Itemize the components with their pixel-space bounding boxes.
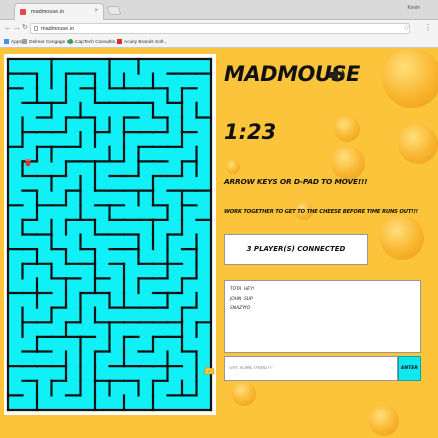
bookmark-star-icon[interactable]: ☆	[403, 23, 410, 32]
cheese-hole	[232, 382, 256, 406]
tab-title: madmouse.io	[31, 9, 65, 15]
chat-message: JOHN SUP	[230, 295, 415, 305]
cheese-hole	[369, 406, 399, 436]
chat-text: SUP	[244, 296, 253, 302]
browser-menu-icon[interactable]: ⋮	[424, 23, 432, 32]
browser-toolbar: ← → ↻ madmouse.io ☆ ⋮	[0, 20, 438, 36]
chat-text: HEY!	[244, 287, 255, 292]
chat-message: TOTA HEY!	[230, 285, 415, 295]
cheese-hole	[331, 146, 365, 180]
chat-username: JOHN	[230, 296, 242, 302]
maze-board[interactable]	[4, 54, 216, 415]
chat-message: SNAZYYO	[230, 304, 415, 314]
bookmark-favicon-icon	[117, 39, 122, 44]
bookmark-apps[interactable]: Apps	[4, 39, 22, 45]
tab-close-icon[interactable]: ×	[94, 8, 98, 14]
bookmark-captech[interactable]: CapTech Consultin...	[68, 39, 119, 45]
chat-log[interactable]: TOTA HEY! JOHN SUP SNAZYYO	[224, 280, 421, 353]
chat-input[interactable]	[224, 356, 398, 381]
chat-text: YO	[244, 306, 251, 311]
cheese-icon	[203, 366, 215, 375]
goal-instructions: WORK TOGETHER TO GET TO THE CHEESE BEFOR…	[224, 209, 418, 215]
cheese-hole	[226, 160, 240, 174]
page-info-icon	[34, 26, 38, 31]
browser-tab[interactable]: madmouse.io ×	[14, 3, 104, 20]
chat-input-row: ENTER	[224, 356, 421, 381]
back-arrow-icon[interactable]: ←	[4, 23, 12, 33]
cheese-hole	[398, 124, 438, 164]
address-bar[interactable]: madmouse.io	[30, 23, 410, 34]
apps-grid-icon	[4, 39, 9, 44]
address-text: madmouse.io	[41, 26, 75, 32]
bookmark-favicon-icon	[22, 39, 27, 44]
enter-button[interactable]: ENTER	[398, 356, 421, 381]
speaker-volume-icon[interactable]	[327, 65, 347, 85]
controls-instructions: ARROW KEYS OR D-PAD TO MOVE!!!	[224, 177, 368, 186]
cheese-hole	[334, 116, 360, 142]
cheese-hole	[382, 48, 438, 108]
chat-username: SNAZY	[230, 306, 245, 311]
reload-icon[interactable]: ↻	[22, 23, 28, 33]
bookmark-acuity[interactable]: Acuity Brands Soft...	[117, 39, 167, 45]
bookmarks-bar: Apps Delmar Cengage Le... CapTech Consul…	[0, 36, 438, 48]
forward-arrow-icon[interactable]: →	[13, 23, 21, 33]
countdown-timer: 1:23	[224, 120, 277, 144]
cheese-hole	[380, 216, 424, 260]
browser-tab-bar: madmouse.io × Kevin	[0, 0, 438, 20]
maze-svg	[6, 57, 215, 412]
chat-username: TOTA	[230, 287, 242, 292]
game-page: MADMOUSE 1:23 ARROW KEYS OR D-PAD TO MOV…	[0, 48, 438, 438]
profile-name[interactable]: Kevin	[407, 5, 420, 11]
site-favicon-icon	[20, 9, 26, 15]
players-connected-box: 3 PLAYER(S) CONNECTED	[224, 234, 368, 265]
bookmark-favicon-icon	[68, 39, 73, 44]
new-tab-button[interactable]	[106, 6, 122, 15]
